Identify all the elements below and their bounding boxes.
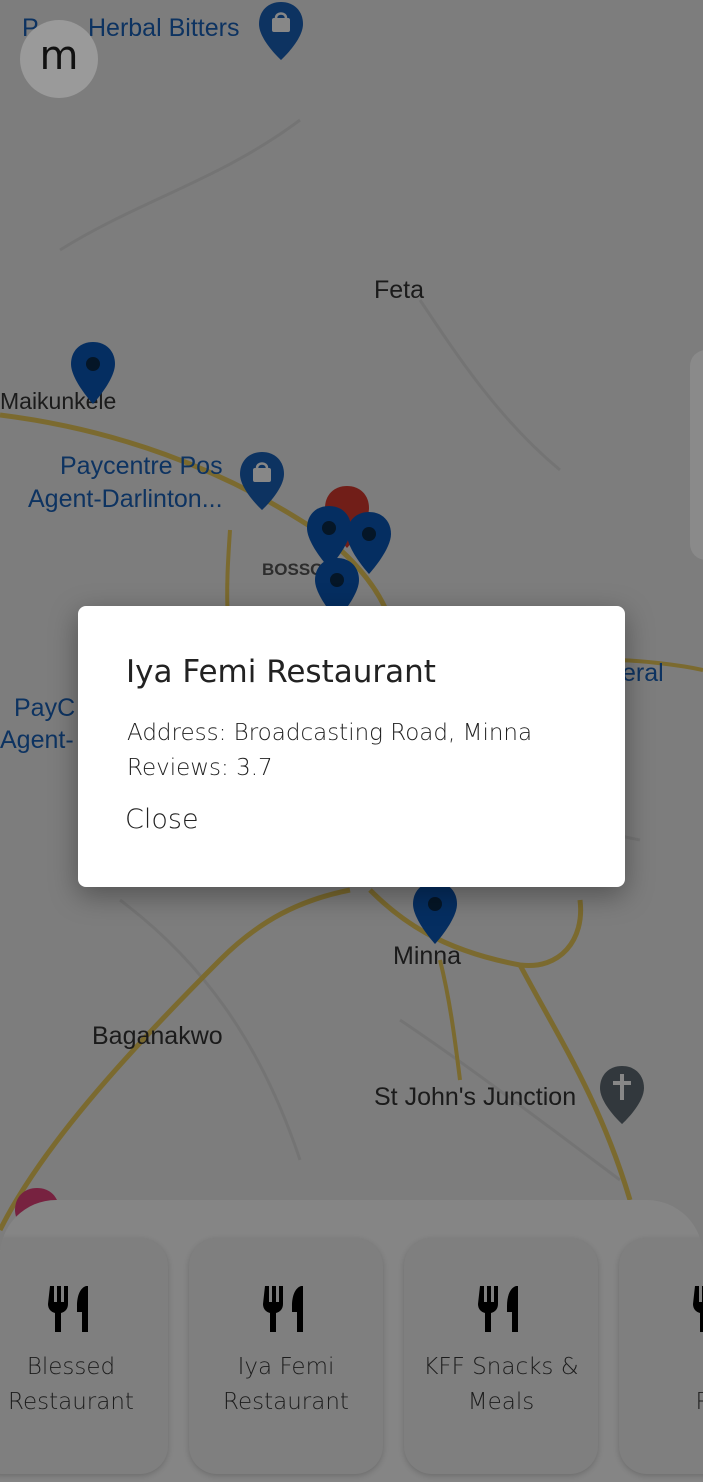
address-line: Address: Broadcasting Road, Minna	[127, 720, 532, 746]
restaurant-name-line1: Iya Femi	[237, 1354, 335, 1380]
close-button[interactable]: Close	[125, 804, 199, 835]
restaurant-name-line1: Blessed	[26, 1354, 116, 1380]
restaurant-info-dialog: Iya Femi Restaurant Address: Broadcastin…	[78, 606, 625, 887]
reviews-value: 3.7	[236, 755, 273, 781]
restaurant-icon	[263, 1286, 303, 1332]
restaurant-name-line2: Restaurant	[8, 1389, 134, 1415]
restaurant-card[interactable]: KFF Snacks & Meals	[404, 1238, 598, 1474]
reviews-line: Reviews: 3.7	[127, 755, 273, 781]
restaurant-card[interactable]: Blessed Restaurant	[0, 1238, 168, 1474]
restaurant-icon	[478, 1286, 518, 1332]
dialog-title: Iya Femi Restaurant	[126, 654, 436, 690]
reviews-label: Reviews:	[127, 755, 229, 781]
restaurant-name-line1: A	[619, 1350, 703, 1385]
restaurant-list-sheet: Blessed Restaurant Iya Femi Restaurant K…	[0, 1200, 703, 1482]
restaurant-name-line2: Meals	[467, 1389, 535, 1415]
address-label: Address:	[127, 720, 227, 746]
restaurant-icon	[48, 1286, 88, 1332]
avatar-initial: m	[39, 33, 79, 79]
restaurant-card[interactable]: Iya Femi Restaurant	[189, 1238, 383, 1474]
side-drawer-handle[interactable]	[690, 350, 703, 560]
restaurant-card[interactable]: A Res	[619, 1238, 703, 1474]
restaurant-name-line2: Res	[619, 1385, 703, 1420]
restaurant-name-line1: KFF Snacks &	[423, 1354, 579, 1380]
address-value: Broadcasting Road, Minna	[233, 720, 533, 746]
restaurant-name-line2: Restaurant	[223, 1389, 349, 1415]
user-avatar[interactable]: m	[20, 20, 98, 98]
restaurant-icon	[693, 1286, 703, 1332]
